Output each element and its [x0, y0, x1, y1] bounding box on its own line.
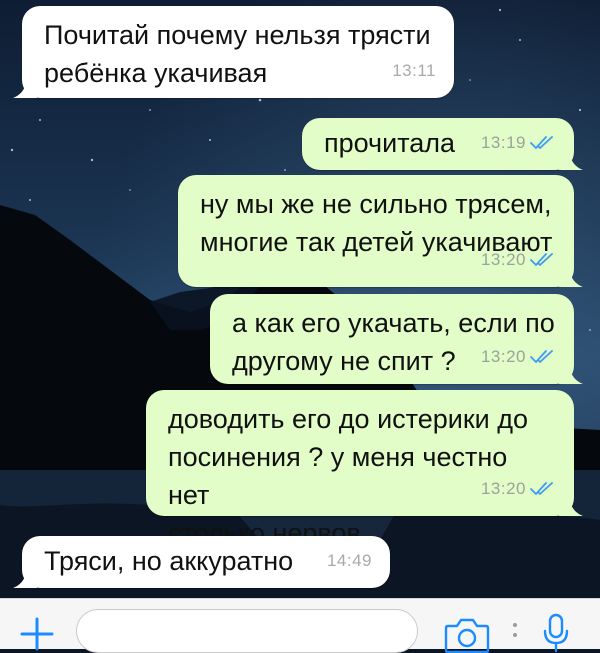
message-time: 13:11	[392, 52, 436, 90]
message-input-bar	[0, 598, 600, 653]
message-meta: 13:19	[481, 124, 556, 162]
more-dots-icon[interactable]	[511, 621, 519, 645]
microphone-icon[interactable]	[543, 613, 569, 653]
time-label: 13:11	[392, 61, 436, 80]
message-bubble-outgoing[interactable]: ну мы же не сильно трясем, многие так де…	[178, 175, 583, 287]
message-bubble-incoming[interactable]: Тряси, но аккуратно 14:49	[13, 536, 390, 588]
time-label: 13:20	[480, 347, 526, 366]
read-double-check-icon	[530, 253, 553, 266]
bubble-tail	[559, 263, 583, 287]
time-label: 13:19	[480, 133, 526, 152]
message-meta: 13:20	[481, 241, 556, 279]
time-label: 14:49	[326, 551, 372, 570]
time-label: 13:20	[480, 479, 526, 498]
message-time: 14:49	[327, 542, 372, 580]
message-text: Тряси, но аккуратно	[44, 546, 294, 576]
read-double-check-icon	[530, 482, 553, 495]
message-text: Почитай почему нельзя трясти ребёнка ука…	[44, 20, 431, 88]
bubble-tail	[13, 74, 37, 98]
bubble-tail	[559, 146, 583, 170]
plus-icon[interactable]	[18, 615, 56, 653]
message-bubble-outgoing[interactable]: доводить его до истерики до посинения ? …	[146, 390, 583, 548]
time-label: 13:20	[480, 250, 526, 269]
message-input[interactable]	[76, 609, 418, 653]
bubble-tail	[13, 564, 37, 588]
bubble-tail	[559, 492, 583, 516]
read-double-check-icon	[530, 136, 553, 149]
read-double-check-icon	[530, 350, 553, 363]
message-meta: 13:20	[481, 470, 556, 508]
message-bubble-incoming[interactable]: Почитай почему нельзя трясти ребёнка ука…	[13, 6, 454, 98]
message-meta: 13:20	[481, 338, 556, 376]
message-bubble-outgoing[interactable]: прочитала 13:19	[302, 118, 583, 170]
message-bubble-outgoing[interactable]: а как его укачать, если по другому не сп…	[210, 294, 583, 384]
bubble-tail	[559, 360, 583, 384]
